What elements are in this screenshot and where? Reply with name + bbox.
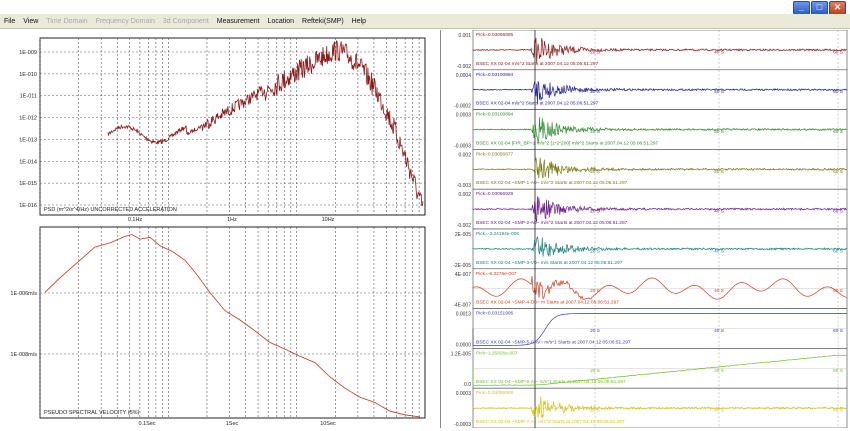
sv-y-tick-label: 1E-008m/s: [10, 352, 37, 358]
psd-y-tick-label: 1E-011: [20, 94, 37, 100]
trace-y-bottom-label: 0.0: [464, 382, 471, 388]
trace-y-top-label: 0.0004: [456, 73, 472, 79]
spectrum-panel: 1E-009 1E-010 1E-011 1E-012 1E-013 1E-014 1E-0…: [0, 30, 441, 428]
trace-station-label: BSEC XX 02-04 ~SMP-1-A0~ m/s^2 Starts at…: [476, 180, 628, 186]
sv-plot[interactable]: 1E-006m/s 1E-008m/s 0.1Sec 1Sec 10Sec PSEUDO …: [10, 226, 426, 427]
trace-time-label: 40 S: [714, 328, 724, 334]
trace-time-label: 40 S: [714, 368, 724, 374]
trace-y-top-label: 0.0003: [456, 391, 472, 397]
sv-x-tick-label: 1Sec: [226, 421, 239, 427]
psd-y-tick-label: 1E-014: [19, 159, 37, 165]
trace-pick-label: Pick=0.03100894: [476, 72, 514, 78]
window-controls: _ □ ✕: [793, 1, 846, 15]
trace-station-label: BSEC XX 02-04 ~SMP-3-V0~ m/s Starts at 2…: [476, 260, 623, 266]
trace-y-bottom-label: -0.002: [457, 64, 471, 70]
psd-y-tick-label: 1E-012: [19, 116, 37, 122]
trace-panel: 0.001 -0.002 Pick=0.03056895 BSEC XX 02-04 …: [443, 30, 850, 428]
psd-y-tick-label: 1E-016: [19, 203, 37, 209]
menu-frequency-domain[interactable]: Frequency Domain: [92, 18, 159, 25]
psd-x-tick-label: 10Hz: [322, 217, 335, 223]
trace-pick-label: Pick=-3.24194e-006: [476, 231, 519, 237]
psd-y-tick-label: 1E-009: [19, 50, 37, 56]
menu-file[interactable]: File: [0, 18, 19, 25]
trace-y-top-label: 0.001: [458, 33, 471, 39]
trace-y-bottom-label: -0.0003: [454, 422, 471, 428]
menu-refteki-smp[interactable]: Refteki(SMP): [298, 18, 348, 25]
psd-x-tick-label: 1Hz: [227, 217, 237, 223]
trace-station-label: BSEC XX 02-04 ~SMP-2-A0~ m/s^2 Starts at…: [476, 220, 628, 226]
trace-time-label: 40 S: [714, 288, 724, 294]
trace-row[interactable]: 0.0003 -0.0003 Pick=0.03100894 BSEC XX 02-0…: [454, 109, 848, 150]
trace-y-bottom-label: -0.0002: [454, 104, 471, 110]
trace-y-top-label: 2E-005: [455, 232, 471, 238]
menu-time-domain[interactable]: Time Domain: [42, 18, 91, 25]
menu-location[interactable]: Location: [264, 18, 298, 25]
trace-y-bottom-label: -4E-007: [453, 303, 471, 309]
trace-row[interactable]: 1.2E-005 0.0 Pick=1.25826e-007 BSEC XX 02-0…: [451, 348, 848, 389]
maximize-button[interactable]: □: [811, 1, 828, 15]
trace-pick-label: Pick=0.03056929: [476, 191, 514, 197]
psd-x-tick-label: 0.1Hz: [128, 217, 143, 223]
menu-measurement[interactable]: Measurement: [213, 18, 264, 25]
psd-plot[interactable]: 1E-009 1E-010 1E-011 1E-012 1E-013 1E-014 1E-0…: [19, 37, 426, 223]
sv-y-tick-label: 1E-006m/s: [10, 291, 37, 297]
trace-row[interactable]: 0.002 -0.002 Pick=0.03056929 BSEC XX 02-04 …: [457, 188, 848, 230]
sv-plot-frame: [39, 226, 426, 419]
trace-y-top-label: 0.0003: [456, 113, 472, 119]
trace-station-label: BSEC XX 02-04 ~SMP-7-A~ m/s^2 Starts at …: [476, 419, 625, 425]
trace-station-label: BSEC XX 02-04 ~SMP-4-D0~ m Starts at 200…: [476, 300, 619, 306]
spectrum-plots[interactable]: 1E-009 1E-010 1E-011 1E-012 1E-013 1E-014 1E-0…: [0, 30, 440, 428]
trace-row[interactable]: 4E-007 -4E-007 Pick=-6.3276e-007 BSEC XX 02…: [453, 268, 848, 309]
trace-row[interactable]: 0.0003 -0.0003 Pick=0.03056908 BSEC XX 02-0…: [454, 387, 848, 428]
trace-time-label: 60 S: [833, 368, 843, 374]
psd-plot-frame: [39, 37, 426, 216]
trace-station-label: BSEC XX 02-04 m/s^2 Starts at 2007.04.12…: [476, 61, 599, 67]
trace-row[interactable]: 0.0004-0.0002Pick=0.03100894BSEC XX 02-0…: [454, 69, 848, 110]
sv-plot-title: PSEUDO SPECTRAL VELOCITY (5%): [44, 410, 140, 416]
trace-y-top-label: 0.002: [458, 192, 471, 198]
menu-view[interactable]: View: [19, 18, 42, 25]
psd-y-tick-label: 1E-015: [19, 181, 37, 187]
sv-x-tick-label: 10Sec: [320, 421, 336, 427]
trace-row[interactable]: 2E-005 -2E-005 Pick=-3.24194e-006 BSEC XX 0…: [453, 228, 848, 270]
menu-bar: File View Time Domain Frequency Domain 3…: [0, 14, 850, 29]
trace-station-label: BSEC XX 02-04 [FIR_BP=1 m/s^2 [1*2*200] …: [476, 140, 659, 146]
psd-y-tick-label: 1E-010: [19, 72, 37, 78]
trace-y-top-label: 4E-007: [455, 272, 471, 278]
trace-y-bottom-label: -0.002: [457, 223, 471, 229]
title-bar: _ □ ✕: [0, 0, 850, 15]
minimize-button[interactable]: _: [793, 1, 810, 15]
trace-station-label: BSEC XX 02-04 ~SMP-6-AI~ m/s*1 Starts at…: [476, 379, 626, 385]
trace-station-label: BSEC XX 02-04 ~SMP-5-CAV~ m/s*1 Starts a…: [476, 339, 631, 345]
trace-row[interactable]: 0.002 -0.003 Pick=0.03056877 BSEC XX 02-04 …: [457, 149, 848, 190]
psd-plot-title: PSD (m^2/s^4/Hz) UNCORRECTED ACCELERATIO…: [44, 207, 177, 213]
trace-y-bottom-label: -0.0003: [454, 143, 471, 149]
trace-pick-label: Pick=0.03100894: [476, 112, 514, 118]
trace-time-label: 20 S: [590, 368, 600, 374]
trace-pick-label: Pick=-6.3276e-007: [476, 271, 517, 277]
sv-x-tick-label: 0.1Sec: [138, 421, 155, 427]
menu-help[interactable]: Help: [348, 18, 370, 25]
trace-pick-label: Pick=0.03056877: [476, 151, 514, 157]
trace-y-top-label: 1.2E-005: [451, 351, 472, 357]
trace-time-label: 20 S: [590, 248, 600, 254]
trace-row[interactable]: 0.0013 0.0000 Pick=0.03151906 BSEC XX 02-04…: [456, 308, 848, 349]
menu-3d-component[interactable]: 3d Component: [159, 18, 213, 25]
trace-y-top-label: 0.002: [458, 152, 471, 158]
trace-row[interactable]: 0.001 -0.002 Pick=0.03056895 BSEC XX 02-04 …: [457, 30, 848, 71]
trace-pick-label: Pick=0.03151906: [476, 311, 514, 317]
trace-time-label: 20 S: [590, 328, 600, 334]
trace-pick-label: Pick=0.03056895: [476, 32, 514, 38]
trace-time-label: 60 S: [833, 328, 843, 334]
close-button[interactable]: ✕: [829, 1, 846, 15]
psd-y-tick-label: 1E-013: [19, 137, 37, 143]
trace-y-top-label: 0.0013: [456, 312, 472, 318]
trace-pick-label: Pick=1.25826e-007: [476, 350, 518, 356]
seismogram-traces[interactable]: 0.001 -0.002 Pick=0.03056895 BSEC XX 02-04 …: [443, 30, 850, 428]
trace-y-bottom-label: 0.0000: [456, 342, 472, 348]
trace-y-bottom-label: -0.003: [457, 183, 471, 189]
trace-y-bottom-label: -2E-005: [453, 263, 471, 269]
trace-pick-label: Pick=0.03056908: [476, 390, 514, 396]
